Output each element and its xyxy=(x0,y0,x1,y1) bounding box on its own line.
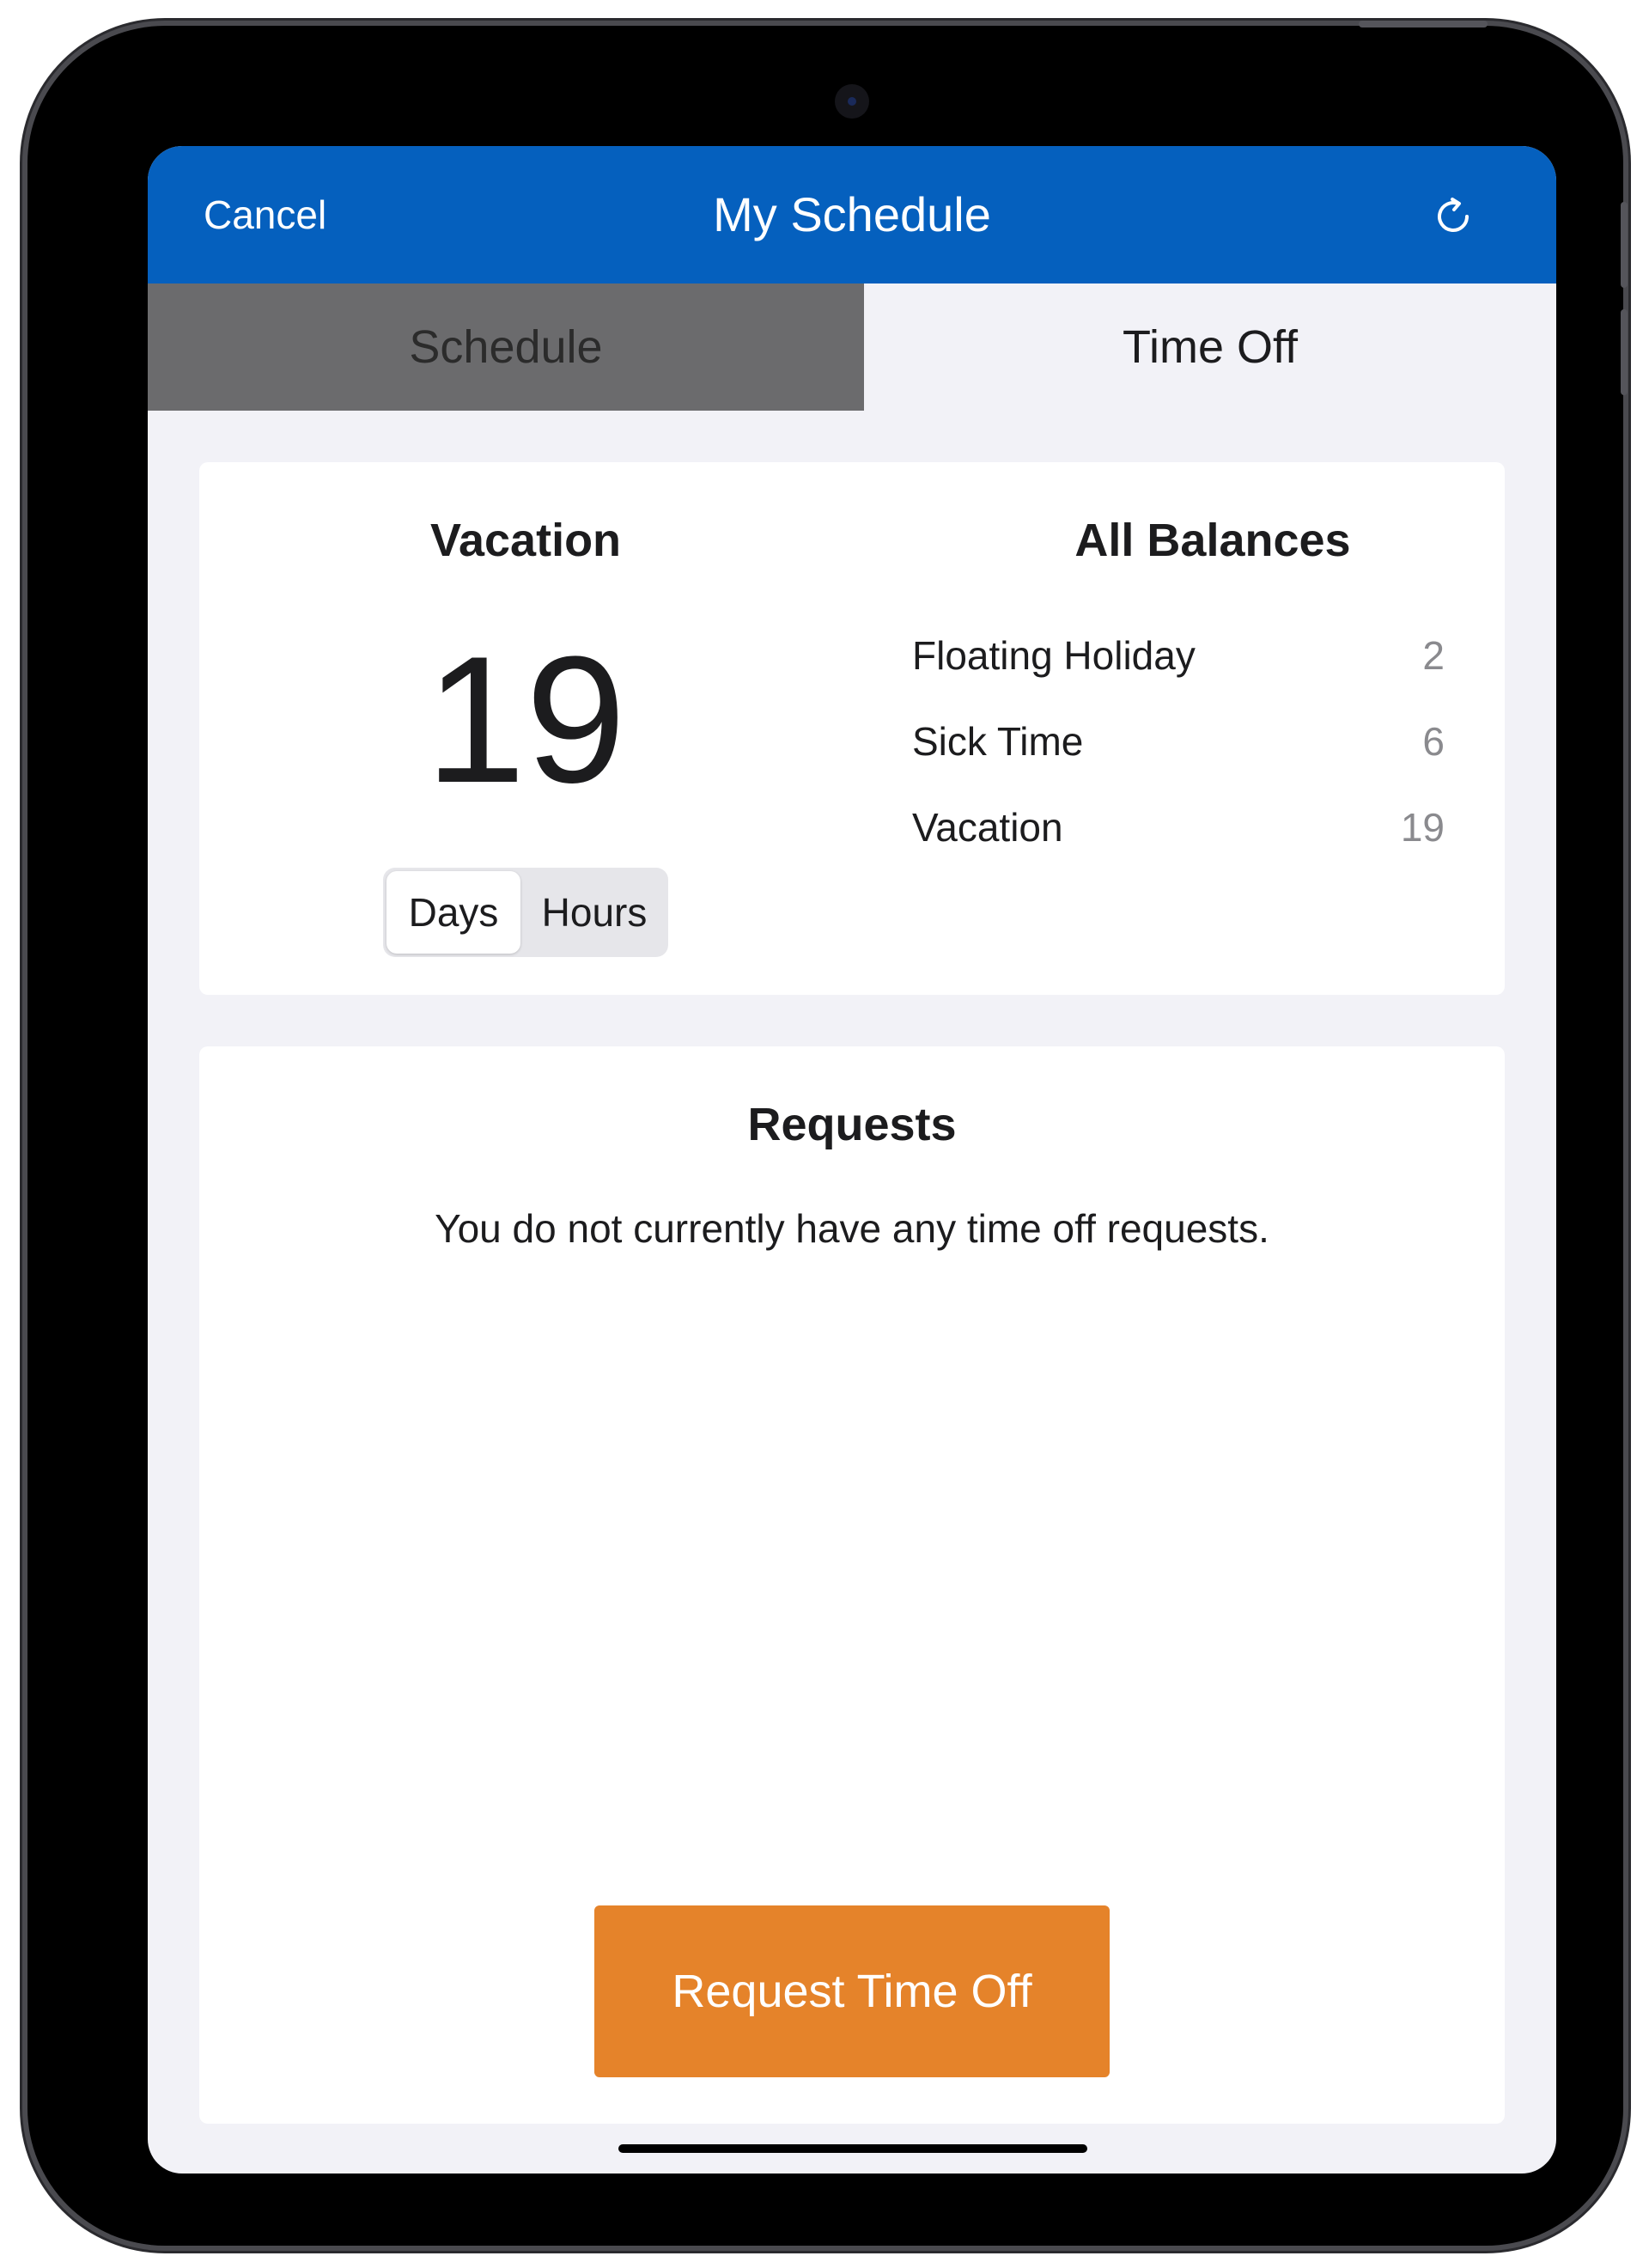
camera-icon xyxy=(835,84,869,119)
balance-row-vacation: Vacation 19 xyxy=(912,797,1445,857)
tab-time-off[interactable]: Time Off xyxy=(864,284,1556,411)
app-screen: Cancel My Schedule Schedule Time Off Vac… xyxy=(148,146,1556,2174)
all-balances-title: All Balances xyxy=(1074,515,1351,566)
tab-schedule[interactable]: Schedule xyxy=(148,284,864,411)
balance-value: 6 xyxy=(1422,719,1445,764)
balance-name: Floating Holiday xyxy=(912,633,1196,678)
page-title: My Schedule xyxy=(713,187,991,241)
volume-up-button xyxy=(1621,202,1628,288)
navigation-bar: Cancel My Schedule xyxy=(148,146,1556,284)
requests-empty-message: You do not currently have any time off r… xyxy=(435,1206,1269,1251)
unit-toggle: Days Hours xyxy=(383,868,668,957)
days-option[interactable]: Days xyxy=(386,871,520,954)
requests-card: Requests You do not currently have any t… xyxy=(199,1046,1505,2124)
balance-row-sick-time: Sick Time 6 xyxy=(912,711,1445,771)
top-button xyxy=(1359,21,1488,27)
balances-card: Vacation 19 Days Hours All Balances Floa… xyxy=(199,462,1505,995)
home-indicator[interactable] xyxy=(618,2144,1087,2153)
request-time-off-button[interactable]: Request Time Off xyxy=(594,1905,1110,2077)
refresh-icon[interactable] xyxy=(1427,191,1479,242)
volume-down-button xyxy=(1621,309,1628,395)
balance-value: 2 xyxy=(1422,633,1445,678)
balance-row-floating-holiday: Floating Holiday 2 xyxy=(912,625,1445,686)
tablet-frame: Cancel My Schedule Schedule Time Off Vac… xyxy=(27,21,1628,2246)
balance-name: Sick Time xyxy=(912,719,1084,764)
requests-title: Requests xyxy=(747,1099,957,1150)
vacation-title: Vacation xyxy=(429,515,622,566)
balance-name: Vacation xyxy=(912,805,1063,850)
balance-value: 19 xyxy=(1400,805,1445,850)
hours-option[interactable]: Hours xyxy=(524,871,665,954)
vacation-balance-value: 19 xyxy=(425,619,626,820)
tab-bar: Schedule Time Off xyxy=(148,284,1556,411)
